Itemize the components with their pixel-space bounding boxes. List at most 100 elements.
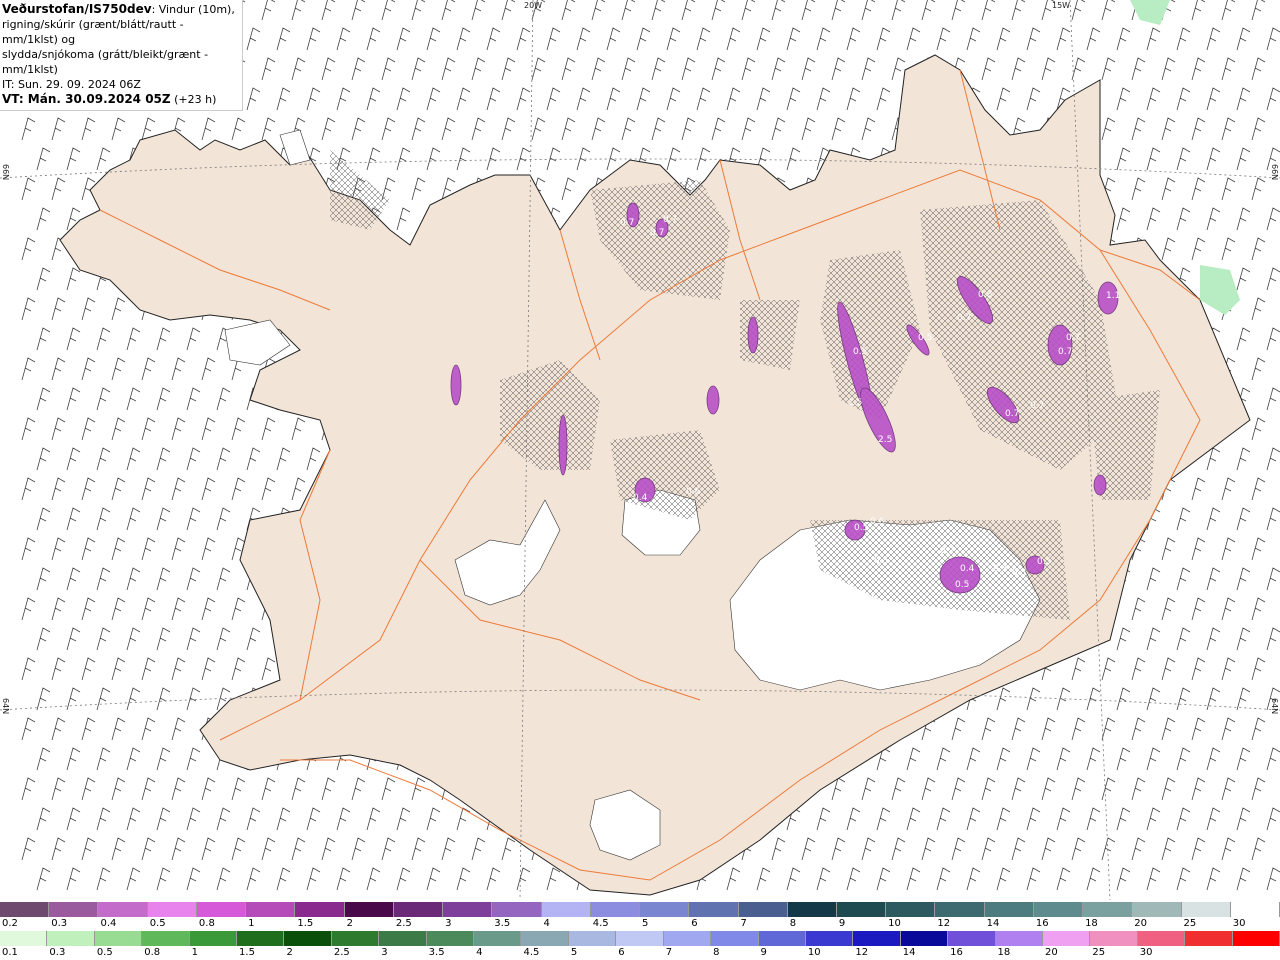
- header-line3: slydda/snjókoma (grátt/bleikt/grænt - mm…: [2, 48, 209, 76]
- precip-value-label: 0.7: [1066, 333, 1080, 343]
- precip-value-label: 0.3: [993, 564, 1007, 574]
- scale-label: 1.5: [297, 918, 314, 929]
- scale-swatch: [935, 902, 985, 917]
- scale-label: 0.8: [144, 947, 161, 958]
- scale-swatch: [711, 931, 759, 946]
- lat-64-left-label: 64N: [1, 698, 10, 715]
- scale-swatch: [948, 931, 996, 946]
- scale-swatch: [98, 902, 148, 917]
- scale-swatch: [689, 902, 739, 917]
- precip-value-label: 1.5: [848, 398, 862, 408]
- scale-swatch: [1132, 902, 1182, 917]
- scale-label: 0.1: [2, 947, 18, 958]
- scale-swatch: [1230, 902, 1280, 917]
- scale-label: 14: [986, 918, 1000, 929]
- lon-15w-label: 15W: [1052, 1, 1071, 10]
- precip-value-label: 0.7: [957, 313, 971, 323]
- scale-label: 0.3: [51, 918, 68, 929]
- scale-label: 5: [570, 947, 578, 958]
- scale-swatch: [246, 902, 296, 917]
- scale-label: 25: [1183, 918, 1197, 929]
- lat-64-right-label: 64N: [1270, 698, 1279, 715]
- precip-value-label: 0.5: [854, 523, 868, 533]
- precip-value-label: 0.7: [1005, 409, 1019, 419]
- scale-label: 2.5: [333, 947, 350, 958]
- scale-swatch: [663, 931, 712, 946]
- scale-label: 20: [1044, 947, 1058, 958]
- precip-value-label: 0.5: [918, 333, 932, 343]
- scale-swatch: [0, 931, 48, 946]
- scale-swatch: [640, 902, 690, 917]
- precip-value-label: 0.7: [1058, 347, 1072, 357]
- scale-label: 3: [381, 947, 388, 958]
- scale-label: 0.8: [198, 918, 215, 929]
- precip-value-label: 0.4: [960, 564, 975, 574]
- scale-label: 10: [807, 947, 821, 958]
- scale-label: 2: [286, 947, 293, 958]
- precip-value-label: 0.6: [686, 487, 701, 497]
- precip-value-label: 0.5: [853, 347, 867, 357]
- scale-label: 0.5: [149, 918, 166, 929]
- scale-swatch: [196, 902, 247, 917]
- scale-label: 7: [740, 918, 747, 929]
- scale-label: 1: [248, 918, 255, 929]
- scale-swatch: [49, 902, 99, 917]
- scale-label: 12: [855, 947, 869, 958]
- scale-swatch: [393, 902, 444, 917]
- scale-swatch: [1232, 931, 1280, 946]
- scale-swatch: [1042, 931, 1091, 946]
- scale-label: 12: [937, 918, 951, 929]
- scale-label: 25: [1092, 947, 1106, 958]
- scale-swatch: [853, 931, 901, 946]
- color-scale-legend: 0.2 0.3 0.4 0.5 0.8 1 1.5 2 2.5 3 3.5 4 4.5 5 6 7 8 9 10 12…: [0, 902, 1280, 960]
- lon-20w-label: 20W: [524, 1, 543, 10]
- scale-swatch: [900, 931, 949, 946]
- scale-label: 3: [445, 918, 452, 929]
- scale-label: 8: [789, 918, 797, 929]
- scale-swatch: [541, 902, 591, 917]
- scale-top-colors: [0, 902, 1280, 917]
- scale-swatch: [1181, 902, 1231, 917]
- precip-value-label: 0.6: [870, 517, 885, 527]
- scale-label: 30: [1139, 947, 1153, 958]
- scale-label: 2.5: [395, 918, 412, 929]
- scale-swatch: [331, 931, 380, 946]
- precip-value-label: 2.5: [878, 435, 892, 445]
- scale-swatch: [344, 902, 394, 917]
- scale-label: 4.5: [523, 947, 540, 958]
- precip-value-label: 0.5: [874, 556, 888, 566]
- scale-swatch: [995, 931, 1043, 946]
- scale-swatch: [426, 931, 475, 946]
- scale-swatch: [94, 931, 143, 946]
- precip-value-label: 0.7: [620, 218, 634, 228]
- scale-swatch: [886, 902, 936, 917]
- scale-label: 8: [713, 947, 720, 958]
- scale-swatch: [443, 902, 493, 917]
- scale-label: 1: [191, 947, 198, 958]
- scale-swatch: [758, 931, 806, 946]
- precip-value-label: 0.4: [633, 493, 648, 503]
- precip-value-label: 0.7: [1030, 401, 1044, 411]
- forecast-map[interactable]: 0.7 0.7 0.7 0.5 0.4 0.6 1.5 2.5 0.5 0.8 0.7 0.7 0.7 1…: [0, 0, 1280, 900]
- scale-label: 1.5: [239, 947, 255, 958]
- precip-value-label: 0.8: [978, 290, 993, 300]
- scale-swatch: [984, 902, 1034, 917]
- header-it: IT: Sun. 29. 09. 2024 06Z: [2, 78, 141, 91]
- scale-swatch: [147, 902, 197, 917]
- scale-swatch: [616, 931, 664, 946]
- scale-swatch: [1137, 931, 1186, 946]
- scale-swatch: [189, 931, 238, 946]
- scale-label: 20: [1134, 918, 1148, 929]
- scale-label: 14: [902, 947, 916, 958]
- scale-label: 3.5: [428, 947, 445, 958]
- header-line2: rigning/skúrir (grænt/blátt/rautt - mm/1…: [2, 18, 184, 46]
- scale-label: 9: [838, 918, 846, 929]
- precip-value-label: 0.5: [955, 580, 969, 590]
- header-line1: : Vindur (10m),: [151, 3, 235, 16]
- scale-label: 4: [476, 947, 483, 958]
- scale-label: 7: [665, 947, 673, 958]
- precip-value-label: 0.7: [940, 546, 954, 556]
- scale-swatch: [0, 902, 50, 917]
- scale-top-labels: 0.2 0.3 0.4 0.5 0.8 1 1.5 2 2.5 3 3.5 4 4.5 5 6 7 8 9 10 12…: [0, 918, 1280, 931]
- scale-label: 0.5: [96, 947, 113, 958]
